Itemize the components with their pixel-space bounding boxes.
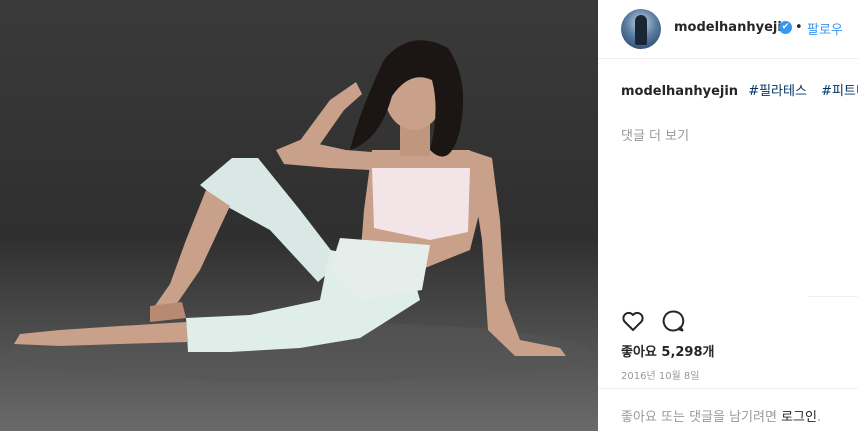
hashtag-link[interactable]: #피트니 [821,84,858,99]
username-link[interactable]: modelhanhyejin [674,20,791,35]
login-prompt-period: . [816,410,822,425]
post-side-panel: modelhanhyejin ✔ • 팔로우 modelhanhyejin #필… [598,0,858,431]
post-date[interactable]: 2016년 10월 8일 [621,367,700,382]
caption: modelhanhyejin #필라테스 #피트니 [621,80,858,99]
hashtag-link[interactable]: #필라테스 [748,84,807,99]
comment-footer: 좋아요 또는 댓글을 남기려면 로그인. [598,388,858,432]
photo-illustration [10,40,590,382]
separator-dot: • [795,20,803,35]
divider [808,296,858,297]
instagram-post: modelhanhyejin ✔ • 팔로우 modelhanhyejin #필… [0,0,858,431]
comment-bubble-icon[interactable] [661,309,685,333]
post-header: modelhanhyejin ✔ • 팔로우 [598,0,858,59]
heart-icon[interactable] [621,309,645,333]
login-prompt: 좋아요 또는 댓글을 남기려면 로그인. [621,406,821,425]
load-more-comments[interactable]: 댓글 더 보기 [621,125,689,144]
like-count[interactable]: 좋아요 5,298개 [621,341,715,360]
post-photo[interactable] [0,0,598,431]
avatar[interactable] [621,9,661,49]
verified-badge-icon: ✔ [779,21,792,34]
follow-button[interactable]: 팔로우 [807,19,843,38]
login-link[interactable]: 로그인 [781,410,817,425]
caption-username-link[interactable]: modelhanhyejin [621,84,738,99]
login-prompt-text: 좋아요 또는 댓글을 남기려면 [621,410,777,425]
